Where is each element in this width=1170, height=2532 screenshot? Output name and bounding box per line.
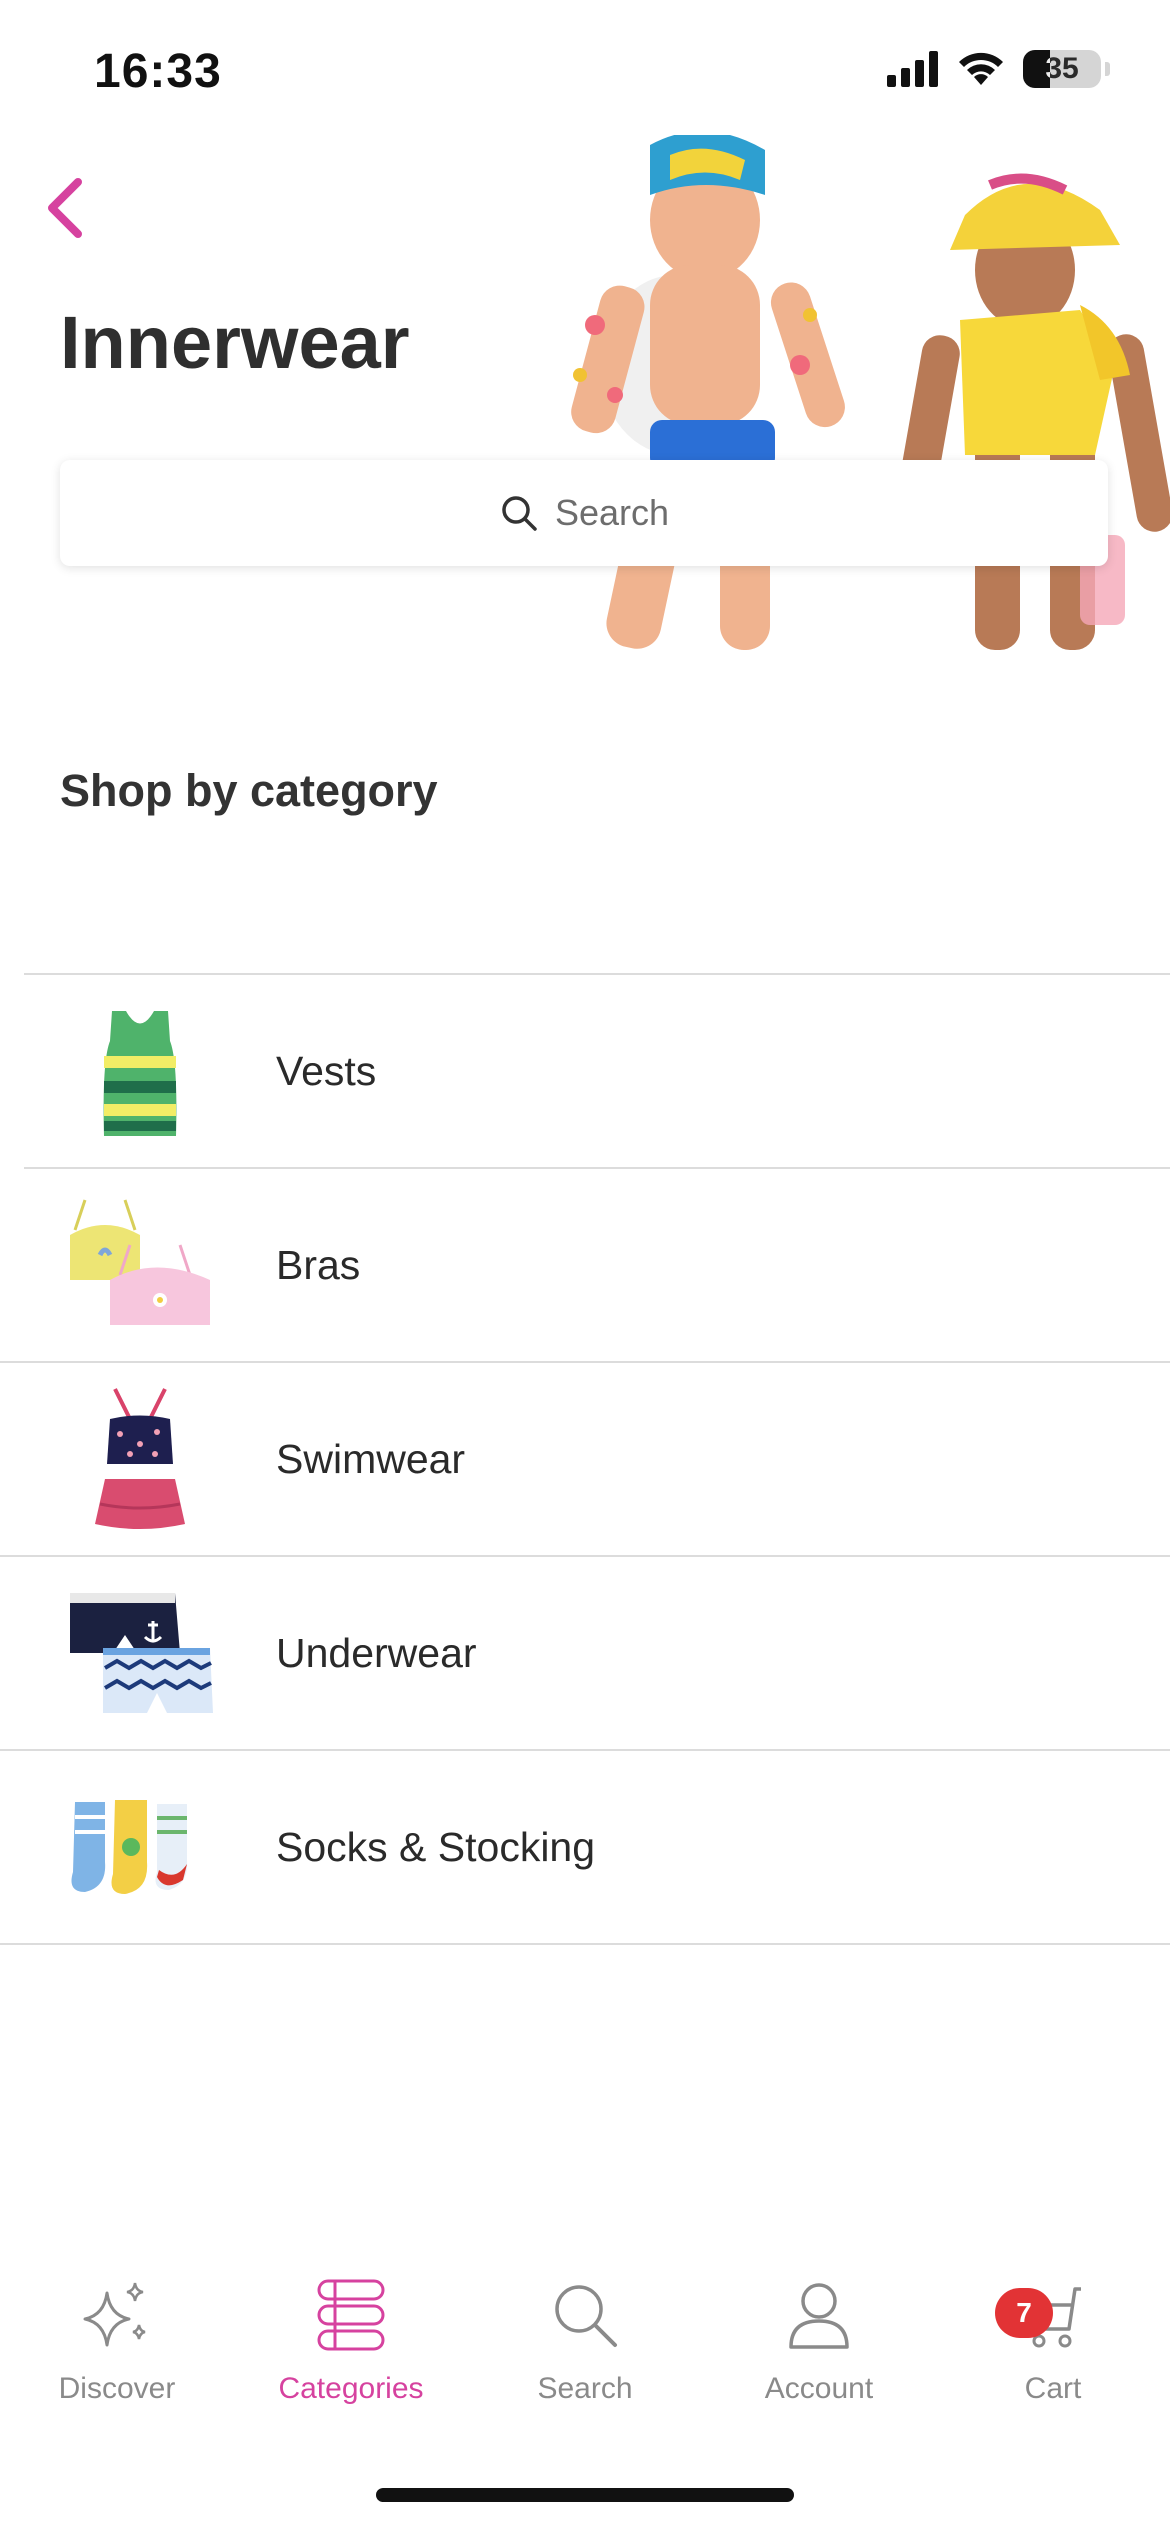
home-indicator [376,2488,794,2502]
category-list: Vests Bras Swimwear Underwear Socks & St… [0,973,1170,1945]
nav-label: Discover [58,2372,176,2405]
nav-label: Cart [1024,2372,1082,2405]
status-bar: 16:33 35 [0,0,1170,140]
sparkle-icon [72,2270,162,2360]
section-title: Shop by category [60,765,438,816]
category-label: Swimwear [276,1435,466,1482]
category-item-bras[interactable]: Bras [0,1169,1170,1363]
bottom-nav: Discover Categories Search Account 7 Car… [0,2270,1170,2440]
nav-item-cart[interactable]: 7 Cart [936,2270,1170,2440]
status-time: 16:33 [94,45,222,98]
nav-item-discover[interactable]: Discover [0,2270,234,2440]
wifi-icon [959,52,1003,85]
nav-item-categories[interactable]: Categories [234,2270,468,2440]
nav-item-account[interactable]: Account [702,2270,936,2440]
signal-icon [887,51,938,87]
status-icons: 35 [887,50,1110,88]
category-label: Vests [276,1047,377,1094]
cart-count-badge: 7 [995,2288,1053,2338]
category-item-underwear[interactable]: Underwear [0,1557,1170,1751]
nav-item-search[interactable]: Search [468,2270,702,2440]
bra-thumbnail [60,1190,220,1340]
category-item-swimwear[interactable]: Swimwear [0,1363,1170,1557]
nav-label: Search [537,2372,633,2405]
hero-banner-image [520,135,1170,650]
category-item-vests[interactable]: Vests [24,973,1170,1169]
search-placeholder: Search [554,492,670,533]
underwear-thumbnail [60,1578,220,1728]
vest-thumbnail [60,996,220,1146]
categories-icon [306,2270,396,2360]
search-input[interactable]: Search [60,460,1108,566]
nav-label: Account [764,2372,874,2405]
account-icon [774,2270,864,2360]
search-icon [540,2270,630,2360]
battery-icon: 35 [1023,50,1101,88]
socks-thumbnail [60,1772,220,1922]
category-label: Socks & Stocking [276,1823,596,1870]
battery-cap [1105,62,1110,76]
nav-label: Categories [278,2372,424,2405]
swimwear-thumbnail [60,1384,220,1534]
category-label: Bras [276,1241,361,1288]
page-title: Innerwear [60,301,410,384]
back-button[interactable] [38,170,94,246]
category-label: Underwear [276,1629,477,1676]
chevron-left-icon [48,178,82,238]
search-icon [502,496,537,531]
category-item-socks-stocking[interactable]: Socks & Stocking [0,1751,1170,1945]
battery-level: 35 [1045,52,1079,85]
